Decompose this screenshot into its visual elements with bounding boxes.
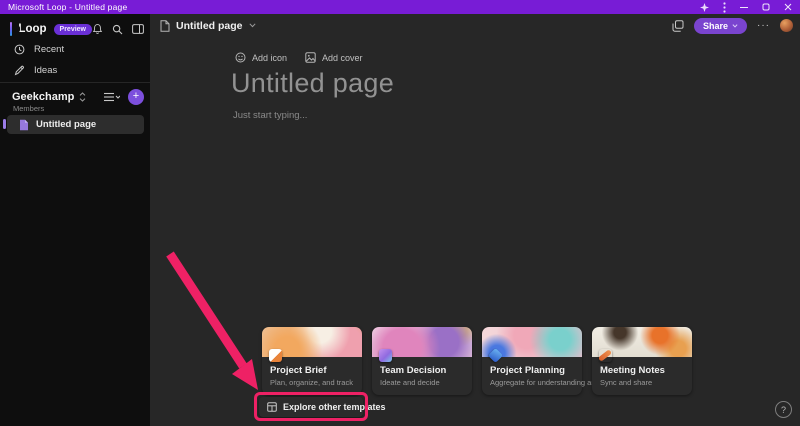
template-page-icon — [269, 349, 282, 362]
template-title: Meeting Notes — [600, 365, 665, 376]
app-name: Loop — [18, 23, 46, 35]
templates-grid-icon — [267, 402, 277, 412]
view-options-icon[interactable] — [104, 92, 120, 102]
avatar[interactable] — [780, 19, 793, 32]
template-pencil-icon — [599, 349, 612, 362]
chevron-down-icon — [249, 23, 256, 28]
template-subtitle: Plan, organize, and track — [270, 378, 353, 387]
share-label: Share — [703, 21, 728, 31]
template-subtitle: Sync and share — [600, 378, 652, 387]
breadcrumb-label: Untitled page — [176, 20, 243, 32]
app-window: Microsoft Loop - Untitled page Loop Prev… — [0, 0, 800, 426]
selected-page-indicator — [3, 119, 6, 129]
window-title: Microsoft Loop - Untitled page — [8, 2, 127, 12]
sidebar-page-untitled[interactable]: Untitled page — [7, 115, 144, 134]
sidebar-item-label: Ideas — [34, 65, 57, 76]
add-cover-label: Add cover — [322, 53, 363, 63]
search-icon[interactable] — [112, 24, 123, 35]
sidebar-item-ideas[interactable]: Ideas — [6, 61, 144, 79]
share-button[interactable]: Share — [694, 18, 747, 34]
browser-titlebar: Microsoft Loop - Untitled page — [0, 0, 800, 14]
template-card-project-planning[interactable]: Project Planning Aggregate for understan… — [482, 327, 582, 395]
template-title: Team Decision — [380, 365, 446, 376]
workspace-sort-icon[interactable] — [79, 92, 86, 102]
browser-menu-icon[interactable] — [723, 2, 726, 13]
add-cover-button[interactable]: Add cover — [305, 52, 363, 63]
explore-templates-label: Explore other templates — [283, 402, 386, 412]
new-page-button[interactable]: + — [128, 89, 144, 105]
template-card-meeting-notes[interactable]: Meeting Notes Sync and share — [592, 327, 692, 395]
maximize-icon[interactable] — [762, 3, 770, 11]
page-title-placeholder[interactable]: Untitled page — [231, 68, 394, 99]
body-placeholder[interactable]: Just start typing... — [233, 110, 307, 121]
template-card-project-brief[interactable]: Project Brief Plan, organize, and track — [262, 327, 362, 395]
add-icon-label: Add icon — [252, 53, 287, 63]
workspace-name[interactable]: Geekchamp — [12, 91, 74, 103]
help-button[interactable]: ? — [775, 401, 792, 418]
page-item-label: Untitled page — [36, 119, 96, 130]
extensions-icon[interactable] — [700, 3, 709, 12]
preview-badge: Preview — [54, 24, 92, 35]
image-icon — [305, 52, 316, 63]
explore-other-templates-button[interactable]: Explore other templates — [259, 397, 363, 417]
sidebar-item-recent[interactable]: Recent — [6, 40, 144, 58]
template-unicorn-icon — [379, 349, 392, 362]
clock-icon — [14, 44, 25, 55]
main-area: Untitled page Share ··· — [150, 14, 800, 426]
page-document-icon — [19, 119, 29, 131]
template-title: Project Brief — [270, 365, 327, 376]
sidebar-item-label: Recent — [34, 44, 64, 55]
template-card-team-decision[interactable]: Team Decision Ideate and decide — [372, 327, 472, 395]
smiley-icon — [235, 52, 246, 63]
template-subtitle: Ideate and decide — [380, 378, 440, 387]
sidebar-divider — [0, 82, 150, 83]
template-subtitle: Aggregate for understanding an... — [490, 378, 602, 387]
close-icon[interactable] — [784, 3, 792, 11]
notifications-icon[interactable] — [92, 23, 103, 35]
pages-icon[interactable] — [672, 20, 684, 32]
more-menu-button[interactable]: ··· — [757, 20, 770, 31]
sidebar: Loop Preview Recent — [0, 14, 150, 426]
loop-logo-icon — [10, 22, 12, 36]
collapse-pane-icon[interactable] — [132, 24, 144, 34]
add-icon-button[interactable]: Add icon — [235, 52, 287, 63]
ideas-icon — [14, 65, 25, 76]
template-title: Project Planning — [490, 365, 565, 376]
workspace-members-label: Members — [13, 104, 44, 113]
minimize-icon[interactable] — [740, 3, 748, 11]
breadcrumb[interactable]: Untitled page — [160, 20, 256, 32]
document-icon — [160, 20, 170, 32]
